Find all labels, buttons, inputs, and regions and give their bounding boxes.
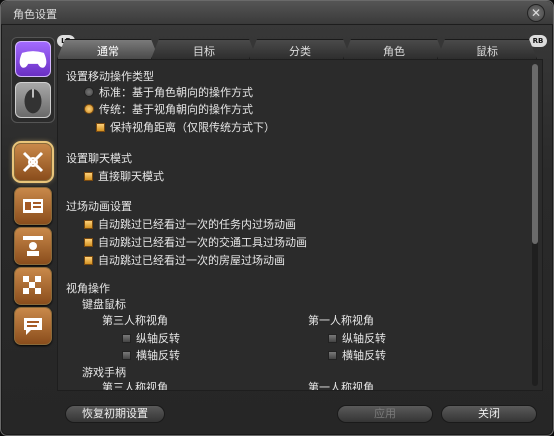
section-chat-title: 设置聊天模式 <box>66 152 132 165</box>
checkbox-label: 横轴反转 <box>136 349 180 362</box>
checkbox[interactable] <box>84 171 93 181</box>
section-camera-title: 视角操作 <box>66 282 110 295</box>
reset-defaults-button[interactable]: 恢复初期设置 <box>65 405 165 423</box>
cross-swords-icon[interactable] <box>12 141 54 183</box>
character-settings-window: 角色设置 ✕ LB RB 通常 目标 <box>0 0 554 436</box>
window-title: 角色设置 <box>13 8 57 21</box>
title-bar[interactable]: 角色设置 ✕ <box>1 1 553 25</box>
skip-cutscene-2-row[interactable]: 自动跳过已经看过一次的交通工具过场动画 <box>84 234 307 250</box>
input-device-selector <box>11 37 55 123</box>
gamepad-subtitle: 游戏手柄 <box>82 366 126 379</box>
checkbox-label: 自动跳过已经看过一次的房屋过场动画 <box>98 254 285 267</box>
tab-general[interactable]: 通常 <box>57 39 159 59</box>
apply-button[interactable]: 应用 <box>337 405 433 423</box>
first-invert-x-row[interactable]: 横轴反转 <box>328 347 386 363</box>
tab-target[interactable]: 目标 <box>151 39 257 59</box>
keyboard-mouse-subtitle: 键盘鼠标 <box>82 298 126 311</box>
checkbox-label: 直接聊天模式 <box>98 170 164 183</box>
checkbox[interactable] <box>84 219 93 229</box>
third-invert-y-row[interactable]: 纵轴反转 <box>122 330 180 346</box>
scrollbar-thumb[interactable] <box>532 64 538 244</box>
vertical-scrollbar[interactable] <box>532 64 538 386</box>
skip-cutscene-3-row[interactable]: 自动跳过已经看过一次的房屋过场动画 <box>84 252 285 268</box>
tab-label: 角色 <box>383 45 405 58</box>
checkbox[interactable] <box>96 122 105 132</box>
gamepad-icon[interactable] <box>15 41 51 77</box>
first-person-label: 第一人称视角 <box>308 314 374 327</box>
tab-label: 通常 <box>97 45 119 58</box>
radio-button[interactable] <box>84 87 94 97</box>
tab-character[interactable]: 角色 <box>343 39 445 59</box>
checkbox-label: 纵轴反转 <box>136 332 180 345</box>
gamepad-third-person-label: 第三人称视角 <box>102 381 168 391</box>
checkbox-label: 横轴反转 <box>342 349 386 362</box>
first-invert-y-row[interactable]: 纵轴反转 <box>328 330 386 346</box>
radio-label: 传统：基于视角朝向的操作方式 <box>99 103 253 116</box>
section-cutscene-title: 过场动画设置 <box>66 200 132 213</box>
chat-bubble-icon[interactable] <box>14 307 52 345</box>
section-move-type-title: 设置移动操作类型 <box>66 70 154 83</box>
side-category-column <box>11 37 55 377</box>
radio-button[interactable] <box>84 104 94 114</box>
mouse-icon[interactable] <box>15 82 51 118</box>
tab-label: 目标 <box>193 45 215 58</box>
checkbox[interactable] <box>122 350 131 360</box>
checkbox-label: 纵轴反转 <box>342 332 386 345</box>
third-person-label: 第三人称视角 <box>102 314 168 327</box>
radio-label: 标准：基于角色朝向的操作方式 <box>99 86 253 99</box>
tab-mouse[interactable]: 鼠标 <box>437 39 537 59</box>
checkered-icon[interactable] <box>14 267 52 305</box>
checkbox[interactable] <box>84 255 93 265</box>
settings-content-panel: 设置移动操作类型 标准：基于角色朝向的操作方式 传统：基于视角朝向的操作方式 保… <box>57 59 543 391</box>
tab-bar: 通常 目标 分类 角色 鼠标 <box>57 39 537 59</box>
keep-distance-checkbox-row[interactable]: 保持视角距离（仅限传统方式下） <box>96 119 275 135</box>
gamepad-first-person-label: 第一人称视角 <box>308 381 374 391</box>
close-button[interactable]: 关闭 <box>441 405 537 423</box>
skip-cutscene-1-row[interactable]: 自动跳过已经看过一次的任务内过场动画 <box>84 216 296 232</box>
radio-standard-row[interactable]: 标准：基于角色朝向的操作方式 <box>84 84 253 100</box>
checkbox-label: 自动跳过已经看过一次的交通工具过场动画 <box>98 236 307 249</box>
checkbox[interactable] <box>84 237 93 247</box>
checkbox-label: 自动跳过已经看过一次的任务内过场动画 <box>98 218 296 231</box>
id-card-icon[interactable] <box>14 187 52 225</box>
checkbox[interactable] <box>122 333 131 343</box>
tab-label: 分类 <box>289 45 311 58</box>
character-icon[interactable] <box>14 227 52 265</box>
checkbox-label: 保持视角距离（仅限传统方式下） <box>110 121 275 134</box>
direct-chat-checkbox-row[interactable]: 直接聊天模式 <box>84 168 164 184</box>
third-invert-x-row[interactable]: 横轴反转 <box>122 347 180 363</box>
radio-legacy-row[interactable]: 传统：基于视角朝向的操作方式 <box>84 101 253 117</box>
tab-label: 鼠标 <box>476 45 498 58</box>
tab-category[interactable]: 分类 <box>249 39 351 59</box>
checkbox[interactable] <box>328 333 337 343</box>
checkbox[interactable] <box>328 350 337 360</box>
close-icon[interactable]: ✕ <box>527 4 545 22</box>
